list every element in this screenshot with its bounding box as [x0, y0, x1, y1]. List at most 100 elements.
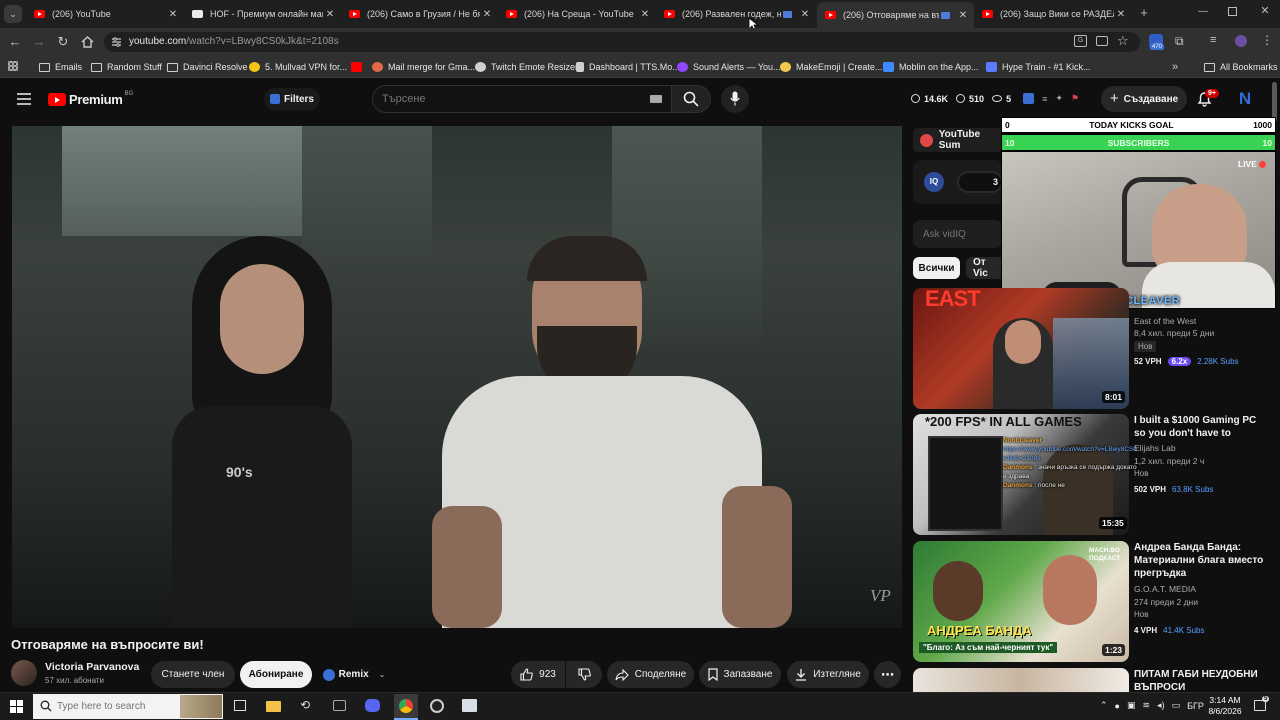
bookmark-emails[interactable]: Emails: [39, 60, 82, 74]
close-window-button[interactable]: ✕: [1258, 4, 1272, 18]
app-icon-refresh[interactable]: ⟲: [300, 698, 310, 712]
like-button[interactable]: 923: [511, 661, 565, 688]
recommended-title-3[interactable]: Андреа Банда Банда: Материални блага вме…: [1134, 541, 1266, 580]
filter-chip-from-channel[interactable]: От Vic: [966, 257, 1003, 279]
ask-vidiq-input[interactable]: [913, 220, 1003, 248]
save-button[interactable]: Запазване: [699, 661, 781, 688]
tray-battery-icon[interactable]: ▭: [1172, 700, 1181, 711]
share-button[interactable]: Споделяне: [607, 661, 694, 688]
bookmark-youtube[interactable]: [351, 60, 367, 74]
language-indicator[interactable]: БГР: [1187, 701, 1204, 711]
vidiq-remix-button[interactable]: Remix ⌄: [318, 661, 390, 688]
bookmark-mail-merge[interactable]: Mail merge for Gma...: [372, 60, 475, 74]
install-app-icon[interactable]: [1096, 36, 1108, 46]
bookmark-moblin[interactable]: Moblin on the App...: [883, 60, 979, 74]
sliders-icon[interactable]: ≡: [1042, 94, 1047, 104]
subscribe-button[interactable]: Абониране: [240, 661, 312, 688]
tab-na-sreshta[interactable]: (206) На Среща - YouTube ✕: [498, 4, 656, 24]
recommended-thumbnail-1[interactable]: EAST: [913, 288, 1129, 409]
app-icon-window[interactable]: [462, 699, 477, 712]
app-icon-discord[interactable]: [365, 699, 380, 712]
media-controls-icon[interactable]: ≡: [1210, 34, 1216, 46]
bookmark-mullvad[interactable]: 5. Mullvad VPN for...: [249, 60, 347, 74]
file-explorer-icon[interactable]: [266, 701, 281, 712]
bookmark-sound-alerts[interactable]: Sound Alerts — You...: [677, 60, 781, 74]
app-icon-obs[interactable]: [430, 699, 444, 713]
windows-start-icon[interactable]: [10, 700, 23, 713]
url-text[interactable]: youtube.com/watch?v=LBwy8CS0kJk&t=2108s: [129, 36, 339, 47]
bookmark-twitch-emote[interactable]: Twitch Emote Resizer: [475, 60, 578, 74]
tray-network-icon[interactable]: ▣: [1127, 700, 1136, 711]
translate-icon[interactable]: G: [1074, 35, 1087, 47]
minimize-button[interactable]: —: [1196, 6, 1210, 20]
tray-chevron-up-icon[interactable]: ⌃: [1100, 700, 1108, 711]
account-avatar[interactable]: N: [1235, 89, 1255, 109]
channel-avatar[interactable]: [11, 660, 37, 686]
back-arrow-icon[interactable]: ←: [7, 34, 23, 50]
vidiq-filters-button[interactable]: Filters: [264, 88, 320, 110]
bookmarks-overflow-icon[interactable]: »: [1172, 60, 1178, 74]
close-tab-icon[interactable]: ✕: [323, 9, 337, 20]
tray-mic-icon[interactable]: ●: [1115, 701, 1120, 711]
tab-hof[interactable]: HOF - Премиум онлайн магазин ✕: [184, 4, 341, 24]
app-icon-media[interactable]: [333, 700, 346, 711]
close-tab-icon[interactable]: ✕: [1114, 9, 1128, 20]
new-tab-button[interactable]: +: [1136, 5, 1152, 21]
join-button[interactable]: Станете член: [151, 661, 235, 688]
tab-otgovaryame-active[interactable]: (206) Отговаряме на въпро ✕: [817, 2, 974, 28]
bookmark-makeemoji[interactable]: MakeEmoji | Create...: [780, 60, 882, 74]
close-tab-icon[interactable]: ✕: [638, 9, 652, 20]
recommended-thumbnail-4[interactable]: [913, 668, 1129, 692]
tab-search-button[interactable]: ⌄: [4, 5, 22, 23]
search-input[interactable]: [382, 89, 642, 109]
tray-wifi-icon[interactable]: ≋: [1143, 700, 1151, 711]
channel-name[interactable]: Victoria Parvanova: [45, 661, 139, 673]
keyboard-icon[interactable]: [650, 95, 662, 103]
task-view-icon[interactable]: [234, 700, 246, 711]
tab-georgia[interactable]: (206) Само в Грузия / Не бях ✕: [341, 4, 498, 24]
all-bookmarks[interactable]: All Bookmarks: [1204, 60, 1278, 74]
recommended-title-1[interactable]: East of the West: [1134, 315, 1264, 328]
recommended-thumbnail-3[interactable]: MACH.BG ПОДКАСТ АНДРЕА БАНДА "Благо: Аз …: [913, 541, 1129, 662]
alert-bell-icon[interactable]: ⚑: [1071, 93, 1079, 104]
tab-youtube-home[interactable]: (206) YouTube ✕: [26, 4, 184, 24]
bookmark-davinci[interactable]: Davinci Resolve: [167, 60, 248, 74]
taskbar-search-input[interactable]: [57, 697, 177, 716]
home-icon[interactable]: [81, 36, 94, 48]
more-actions-button[interactable]: ⋯: [874, 661, 901, 688]
vidiq-score-pill[interactable]: 3: [957, 171, 1003, 193]
dislike-button[interactable]: [566, 661, 602, 688]
recommended-channel-3[interactable]: G.O.A.T. MEDIA: [1134, 584, 1196, 594]
bookmark-star-icon[interactable]: ☆: [1117, 33, 1129, 49]
extensions-puzzle-icon[interactable]: ⧉: [1175, 34, 1184, 49]
profile-avatar[interactable]: [1235, 35, 1247, 47]
bookmark-hype-train[interactable]: Hype Train - #1 Kick...: [986, 60, 1091, 74]
recommended-channel-2[interactable]: Elijahs Lab: [1134, 443, 1176, 453]
apps-grid-icon[interactable]: [8, 61, 18, 71]
tab-zashto-viki[interactable]: (206) Защо Вики се РАЗДЕЛИ ✕: [974, 4, 1132, 24]
recommended-title-4[interactable]: ПИТАМ ГАБИ НЕУДОБНИ ВЪПРОСИ: [1134, 668, 1264, 694]
close-tab-icon[interactable]: ✕: [956, 10, 970, 21]
create-button[interactable]: + Създаване: [1101, 86, 1187, 112]
bookmark-dashboard-tts[interactable]: Dashboard | TTS.Mo...: [576, 60, 680, 74]
tray-volume-icon[interactable]: ◂): [1157, 700, 1165, 711]
browser-menu-icon[interactable]: ⋮: [1261, 33, 1273, 47]
close-tab-icon[interactable]: ✕: [166, 9, 180, 20]
reload-icon[interactable]: ↻: [55, 34, 71, 50]
close-tab-icon[interactable]: ✕: [798, 9, 812, 20]
taskbar-clock[interactable]: 3:14 AM 8/6/2026: [1205, 695, 1245, 717]
vidiq-icon[interactable]: [1023, 93, 1035, 104]
page-scrollbar[interactable]: [1272, 82, 1277, 122]
tab-razvalen-godej[interactable]: (206) Развален годеж, нов ✕: [656, 4, 816, 24]
hamburger-menu-icon[interactable]: [17, 93, 31, 105]
filter-chip-all[interactable]: Всички: [913, 257, 960, 279]
forward-arrow-icon[interactable]: →: [31, 34, 47, 50]
site-info-icon[interactable]: [111, 37, 122, 47]
video-player[interactable]: 90's VP: [12, 126, 902, 628]
achievements-icon[interactable]: ✦: [1055, 93, 1063, 104]
recommended-title-2[interactable]: I built a $1000 Gaming PC so you don't h…: [1134, 414, 1264, 440]
close-tab-icon[interactable]: ✕: [480, 9, 494, 20]
bookmark-random-stuff[interactable]: Random Stuff: [91, 60, 162, 74]
restore-button[interactable]: [1228, 7, 1237, 16]
youtube-summary-card[interactable]: YouTube Sum: [913, 128, 1003, 152]
